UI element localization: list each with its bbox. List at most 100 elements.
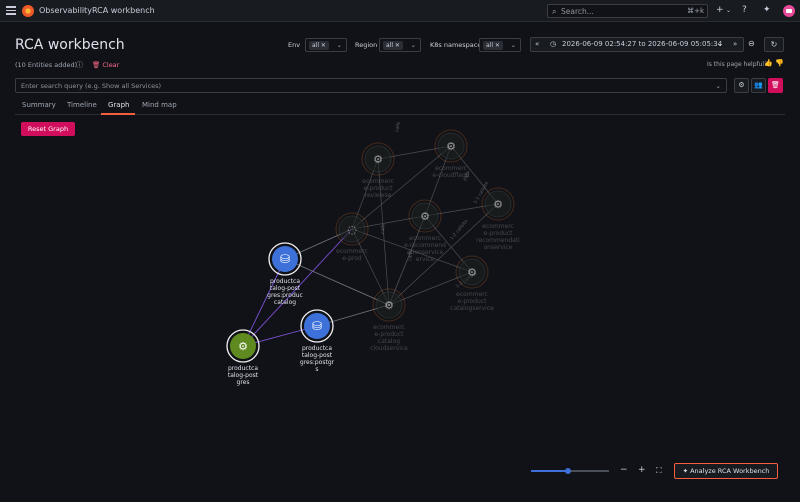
node-label: catalog bbox=[274, 299, 296, 306]
gear-icon: ⚙ bbox=[493, 198, 503, 211]
clear-button[interactable]: 🗑 Clear bbox=[92, 61, 119, 69]
refresh-icon: ↻ bbox=[770, 40, 778, 49]
graph-nodes: ⚙ecommerce-productreviewse⚙ecommerce-clo… bbox=[226, 129, 520, 386]
breadcrumb-separator-icon: › bbox=[83, 5, 87, 14]
global-search-input[interactable]: ⌕ Search... ⌘+k bbox=[547, 4, 708, 18]
database-icon: ⛁ bbox=[312, 319, 322, 333]
node-label: e-product bbox=[458, 298, 488, 305]
zoom-in-button[interactable]: + bbox=[638, 465, 646, 475]
users-button[interactable]: 👥 bbox=[751, 78, 766, 93]
zoom-out-button[interactable]: − bbox=[620, 465, 628, 475]
tab-bar: Summary Timeline Graph Mind map bbox=[15, 98, 785, 115]
graph-node-n5[interactable]: ⚙ ecommerce-productrecommendationservice bbox=[476, 187, 520, 251]
gear-icon: ⚙ bbox=[384, 299, 394, 312]
settings-button[interactable]: ⚙ bbox=[734, 78, 749, 93]
node-label: ecommerc bbox=[336, 248, 368, 255]
tab-mind-map[interactable]: Mind map bbox=[142, 101, 177, 109]
tab-graph[interactable]: Graph bbox=[108, 101, 129, 109]
trash-icon: 🗑 bbox=[771, 81, 780, 89]
node-label: s bbox=[315, 366, 318, 373]
users-icon: 👥 bbox=[754, 81, 763, 89]
chevron-down-icon[interactable]: ⌄ bbox=[726, 7, 731, 14]
chevron-down-icon: ⌄ bbox=[715, 82, 721, 90]
fit-screen-icon[interactable]: ⛶ bbox=[656, 466, 662, 476]
filter-region-select[interactable]: all ✕ ⌄ bbox=[379, 38, 421, 52]
filter-env-label: Env bbox=[288, 41, 301, 49]
help-icon[interactable]: ? bbox=[742, 5, 747, 15]
edge-label: calls bbox=[394, 121, 402, 133]
search-placeholder: Search... bbox=[561, 7, 594, 16]
node-label: gres:postgr bbox=[300, 359, 335, 366]
node-label: catalogservice bbox=[450, 305, 494, 312]
filter-region-chip[interactable]: all ✕ bbox=[383, 41, 403, 50]
node-label: talog-post bbox=[270, 285, 301, 292]
plus-icon[interactable]: + bbox=[716, 5, 724, 15]
node-label: productca bbox=[270, 278, 300, 285]
zoom-out-time-icon[interactable]: ⊖ bbox=[748, 39, 755, 48]
sparkle-icon[interactable]: ✦ bbox=[763, 5, 771, 15]
node-label: e-prod bbox=[342, 255, 362, 262]
time-range-text[interactable]: 2026-06-09 02:54:27 to 2026-06-09 05:05:… bbox=[562, 40, 722, 48]
filter-env-value: all bbox=[312, 42, 320, 49]
node-label: gres:produc bbox=[267, 292, 303, 299]
filter-region-label: Region bbox=[355, 41, 378, 49]
loading-icon: ◌ bbox=[347, 223, 357, 236]
chevron-down-icon: ⌄ bbox=[510, 41, 516, 49]
edge-label: calls bbox=[380, 223, 386, 234]
gear-icon: ⚙ bbox=[467, 266, 477, 279]
graph-node-n10[interactable]: ⚙ productcatalog-postgres bbox=[226, 329, 260, 386]
time-range-picker[interactable]: « ◷ 2026-06-09 02:54:27 to 2026-06-09 05… bbox=[530, 37, 744, 52]
filter-env-chip[interactable]: all ✕ bbox=[309, 41, 329, 50]
refresh-button[interactable]: ↻ bbox=[764, 37, 784, 52]
node-label: e-recommend bbox=[404, 242, 446, 249]
tab-timeline[interactable]: Timeline bbox=[67, 101, 97, 109]
graph-node-n2[interactable]: ⚙ ecommerce-cloudflagd bbox=[432, 129, 470, 179]
page-title: RCA workbench bbox=[15, 37, 125, 53]
chevron-down-icon: ⌄ bbox=[717, 40, 723, 48]
node-label: e-cloudflagd bbox=[432, 172, 469, 179]
gear-icon: ⚙ bbox=[238, 340, 248, 353]
node-label: ecommerc bbox=[373, 324, 405, 331]
filter-k8s-label: K8s namespace bbox=[430, 41, 482, 49]
thumbs-down-icon[interactable]: 👎 bbox=[775, 59, 784, 67]
chevron-down-icon: ⌄ bbox=[336, 41, 342, 49]
menu-icon[interactable] bbox=[6, 6, 16, 15]
gear-icon: ⚙ bbox=[446, 140, 456, 153]
node-label: ationservice bbox=[407, 249, 444, 256]
database-icon: ⛁ bbox=[280, 252, 290, 266]
edge-label: 1-2 callsite bbox=[449, 218, 470, 241]
node-label: talog-post bbox=[228, 372, 259, 379]
filter-env-select[interactable]: all ✕ ⌄ bbox=[305, 38, 347, 52]
analyze-rca-button[interactable]: ✦ Analyze RCA Workbench bbox=[674, 463, 778, 479]
gear-icon: ⚙ bbox=[420, 210, 430, 223]
info-icon[interactable]: ⓘ bbox=[76, 60, 83, 70]
search-query-input[interactable]: Enter search query (e.g. Show all Servic… bbox=[15, 78, 727, 93]
gear-icon: ⚙ bbox=[738, 81, 745, 89]
thumbs-up-icon[interactable]: 👍 bbox=[764, 59, 773, 67]
graph-node-n9[interactable]: ⛁ productcatalog-postgres:postgrs bbox=[300, 309, 335, 373]
node-label: cloudservice bbox=[370, 345, 408, 352]
graph-node-n3[interactable]: ◌ ecommerce-prod bbox=[335, 212, 369, 262]
tab-summary[interactable]: Summary bbox=[22, 101, 56, 109]
zoom-slider-thumb[interactable] bbox=[564, 468, 571, 474]
filter-k8s-chip[interactable]: all ✕ bbox=[483, 41, 503, 50]
sparkle-icon: ✦ bbox=[682, 467, 689, 475]
node-label: ecommerc bbox=[482, 223, 514, 230]
trash-icon: 🗑 bbox=[92, 61, 101, 69]
delete-button[interactable]: 🗑 bbox=[768, 78, 783, 93]
graph-node-n1[interactable]: ⚙ ecommerce-productreviewse bbox=[361, 142, 395, 199]
node-label: e-product bbox=[484, 230, 514, 237]
search-shortcut: ⌘+k bbox=[687, 7, 704, 15]
node-label: onservice bbox=[484, 244, 513, 251]
grafana-logo-icon[interactable] bbox=[22, 5, 34, 17]
dependency-graph[interactable]: 1-3 callsitecallscalls1-1 callsite1-2 ca… bbox=[0, 115, 800, 502]
filter-region-value: all bbox=[386, 42, 394, 49]
time-back-icon[interactable]: « bbox=[535, 40, 539, 48]
graph-node-n4[interactable]: ⚙ ecommerce-recommendationserviceervice bbox=[404, 199, 446, 263]
avatar[interactable] bbox=[783, 5, 795, 17]
filter-k8s-select[interactable]: all ✕ ⌄ bbox=[479, 38, 521, 52]
filter-k8s-value: all bbox=[486, 42, 494, 49]
time-forward-icon[interactable]: » bbox=[733, 40, 737, 48]
graph-node-n7[interactable]: ⚙ ecommerce-productcatalogcloudservice bbox=[370, 288, 408, 352]
graph-node-n8[interactable]: ⛁ productcatalog-postgres:produccatalog bbox=[267, 242, 303, 306]
